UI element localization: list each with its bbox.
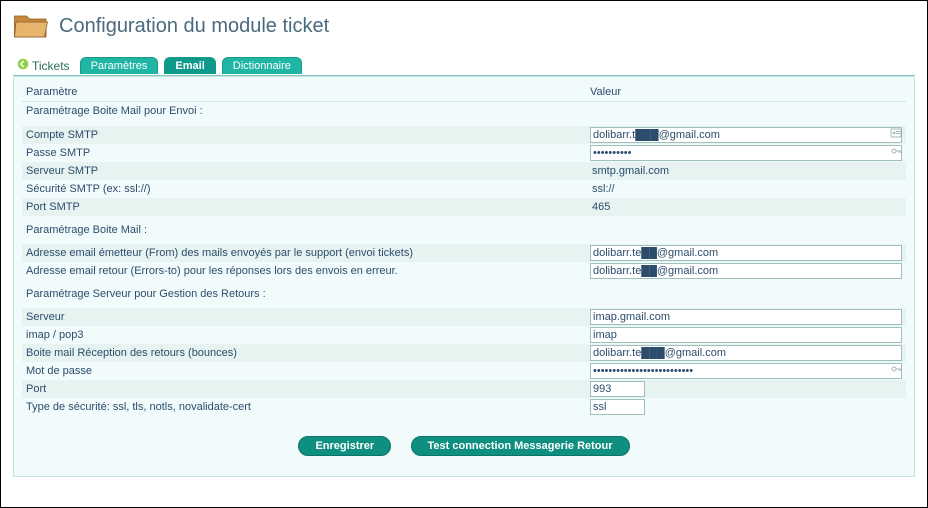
label-smtp-server: Serveur SMTP	[22, 162, 586, 180]
section-mailbox-title: Paramétrage Boite Mail :	[22, 216, 906, 240]
tab-dictionnaire[interactable]: Dictionnaire	[222, 57, 302, 74]
label-from: Adresse email émetteur (From) des mails …	[22, 244, 586, 262]
folder-icon	[13, 9, 49, 44]
tabs: Tickets Paramètres Email Dictionnaire	[13, 56, 915, 76]
input-ret-password[interactable]	[590, 363, 902, 379]
input-ret-sectype[interactable]	[590, 399, 645, 415]
settings-table: Paramètre Valeur Paramétrage Boite Mail …	[22, 83, 906, 416]
input-ret-server[interactable]	[590, 309, 902, 325]
settings-panel: Paramètre Valeur Paramétrage Boite Mail …	[13, 76, 915, 477]
label-ret-port: Port	[22, 380, 586, 398]
page: Configuration du module ticket Tickets P…	[0, 0, 928, 508]
input-from[interactable]	[590, 245, 902, 261]
button-row: Enregistrer Test connection Messagerie R…	[22, 436, 906, 456]
back-link[interactable]: Tickets	[13, 56, 74, 75]
input-errors-to[interactable]	[590, 263, 902, 279]
input-ret-port[interactable]	[590, 381, 645, 397]
input-ret-bounces[interactable]	[590, 345, 902, 361]
page-title: Configuration du module ticket	[59, 15, 329, 38]
label-smtp-pass: Passe SMTP	[22, 144, 586, 162]
section-send-title: Paramétrage Boite Mail pour Envoi :	[22, 102, 906, 120]
input-smtp-pass[interactable]	[590, 145, 902, 161]
tab-email[interactable]: Email	[164, 57, 215, 74]
label-ret-password: Mot de passe	[22, 362, 586, 380]
back-link-label: Tickets	[32, 59, 70, 73]
section-returns-title: Paramétrage Serveur pour Gestion des Ret…	[22, 280, 906, 304]
key-icon	[890, 363, 902, 375]
col-value: Valeur	[586, 83, 906, 102]
label-ret-proto: imap / pop3	[22, 326, 586, 344]
label-ret-bounces: Boite mail Réception des retours (bounce…	[22, 344, 586, 362]
tab-parametres[interactable]: Paramètres	[80, 57, 159, 74]
value-smtp-security: ssl://	[590, 183, 617, 195]
label-smtp-port: Port SMTP	[22, 198, 586, 216]
label-ret-server: Serveur	[22, 308, 586, 326]
label-smtp-security: Sécurité SMTP (ex: ssl://)	[22, 180, 586, 198]
label-errors-to: Adresse email retour (Errors-to) pour le…	[22, 262, 586, 280]
value-smtp-server: smtp.gmail.com	[590, 165, 671, 177]
label-smtp-account: Compte SMTP	[22, 126, 586, 144]
input-ret-proto[interactable]	[590, 327, 902, 343]
input-smtp-account[interactable]	[590, 127, 902, 143]
save-button[interactable]: Enregistrer	[298, 436, 391, 456]
label-ret-sectype: Type de sécurité: ssl, tls, notls, noval…	[22, 398, 586, 416]
key-icon	[890, 145, 902, 157]
title-row: Configuration du module ticket	[13, 9, 915, 44]
contact-card-icon	[890, 127, 902, 139]
col-param: Paramètre	[22, 83, 586, 102]
back-arrow-icon	[17, 58, 29, 73]
test-connection-button[interactable]: Test connection Messagerie Retour	[411, 436, 630, 456]
value-smtp-port: 465	[590, 201, 612, 213]
